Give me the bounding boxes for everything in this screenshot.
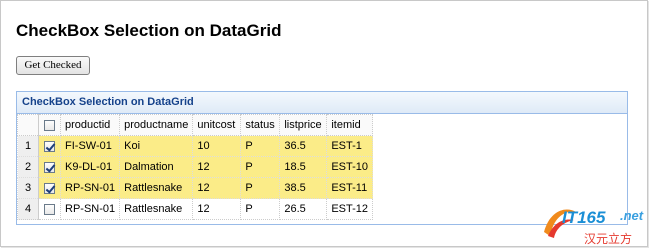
table-row[interactable]: 2 K9-DL-01 Dalmation 12 P 18.5 EST-10 <box>17 156 374 178</box>
cell-status: P <box>240 135 281 157</box>
cell-listprice: 38.5 <box>279 177 328 199</box>
column-header-unitcost[interactable]: unitcost <box>192 114 242 136</box>
row-checkbox-cell <box>38 177 61 199</box>
select-all-checkbox[interactable] <box>44 119 55 131</box>
row-checkbox-cell <box>38 198 61 220</box>
column-header-status[interactable]: status <box>240 114 281 136</box>
table-row[interactable]: 1 FI-SW-01 Koi 10 P 36.5 EST-1 <box>17 135 374 157</box>
cell-productid: RP-SN-01 <box>59 198 121 220</box>
cell-itemid: EST-1 <box>326 135 374 157</box>
cell-unitcost: 12 <box>192 198 242 220</box>
cell-itemid: EST-12 <box>326 198 374 220</box>
column-header-productid[interactable]: productid <box>59 114 121 136</box>
cell-listprice: 36.5 <box>279 135 328 157</box>
panel-title: CheckBox Selection on DataGrid <box>17 92 627 114</box>
cell-unitcost: 12 <box>192 177 242 199</box>
watermark-chinese: 汉元立方 <box>584 232 633 246</box>
row-checkbox[interactable] <box>44 161 55 173</box>
row-checkbox[interactable] <box>44 203 55 215</box>
cell-itemid: EST-11 <box>326 177 374 199</box>
cell-status: P <box>240 177 281 199</box>
rownum-header <box>17 114 39 136</box>
row-checkbox-cell <box>38 156 61 178</box>
watermark-logo-text: IT165 <box>562 208 606 227</box>
datagrid: productid productname unitcost status li… <box>17 114 374 220</box>
cell-productname: Rattlesnake <box>119 177 194 199</box>
table-row[interactable]: 4 RP-SN-01 Rattlesnake 12 P 26.5 EST-12 <box>17 198 374 220</box>
cell-unitcost: 12 <box>192 156 242 178</box>
cell-productid: K9-DL-01 <box>59 156 121 178</box>
column-header-itemid[interactable]: itemid <box>326 114 374 136</box>
column-header-listprice[interactable]: listprice <box>279 114 328 136</box>
datagrid-panel: CheckBox Selection on DataGrid productid… <box>16 91 628 225</box>
row-number: 4 <box>17 198 39 220</box>
page-title: CheckBox Selection on DataGrid <box>16 21 282 40</box>
row-number: 3 <box>17 177 39 199</box>
row-number: 1 <box>17 135 39 157</box>
row-checkbox-cell <box>38 135 61 157</box>
cell-status: P <box>240 156 281 178</box>
cell-productid: FI-SW-01 <box>59 135 121 157</box>
row-checkbox[interactable] <box>44 182 55 194</box>
cell-productname: Rattlesnake <box>119 198 194 220</box>
select-all-checkbox-cell <box>38 114 61 136</box>
watermark-suffix: .net <box>620 208 644 223</box>
watermark-logo: IT165 .net 汉元立方 <box>540 196 650 249</box>
cell-listprice: 18.5 <box>279 156 328 178</box>
row-number: 2 <box>17 156 39 178</box>
cell-listprice: 26.5 <box>279 198 328 220</box>
cell-productname: Koi <box>119 135 194 157</box>
row-checkbox[interactable] <box>44 140 55 152</box>
cell-itemid: EST-10 <box>326 156 374 178</box>
get-checked-button[interactable]: Get Checked <box>16 56 90 75</box>
cell-productname: Dalmation <box>119 156 194 178</box>
cell-status: P <box>240 198 281 220</box>
column-header-productname[interactable]: productname <box>119 114 194 136</box>
cell-productid: RP-SN-01 <box>59 177 121 199</box>
cell-unitcost: 10 <box>192 135 242 157</box>
table-row[interactable]: 3 RP-SN-01 Rattlesnake 12 P 38.5 EST-11 <box>17 177 374 199</box>
header-row: productid productname unitcost status li… <box>17 114 374 136</box>
